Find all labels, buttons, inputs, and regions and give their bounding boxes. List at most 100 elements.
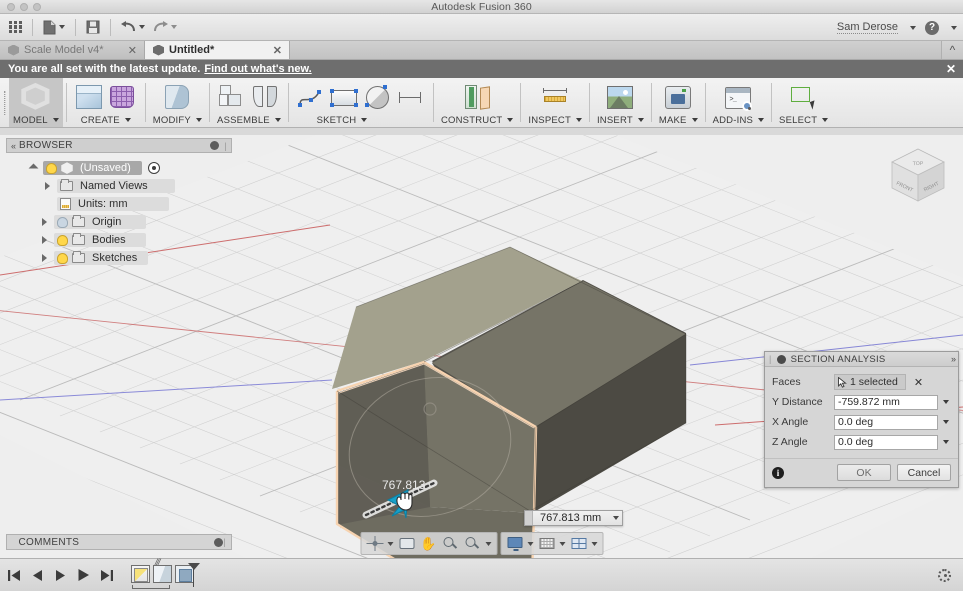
model-cube-icon[interactable] (20, 82, 51, 113)
comments-panel[interactable]: COMMENTS | (6, 534, 232, 550)
sketch-rectangle-icon[interactable] (329, 82, 360, 113)
tree-item-chip[interactable]: Origin (54, 215, 146, 229)
ribbon-group-make[interactable]: MAKE (655, 78, 702, 127)
visibility-bulb-icon[interactable] (57, 217, 68, 228)
assemble-component-icon[interactable] (217, 82, 248, 113)
construct-plane-icon[interactable] (462, 82, 493, 113)
viewports-caret-icon[interactable] (591, 542, 597, 546)
chevron-down-icon[interactable] (196, 118, 202, 122)
timeline-playhead-marker[interactable] (193, 563, 194, 587)
tree-row-origin[interactable]: Origin (6, 213, 232, 231)
chevron-down-icon[interactable] (361, 118, 367, 122)
chevron-down-icon[interactable] (758, 118, 764, 122)
z-angle-input[interactable]: 0.0 deg (834, 435, 938, 450)
tree-item-chip[interactable]: Sketches (54, 251, 148, 265)
select-window-icon[interactable] (788, 82, 819, 113)
timeline-feature-extrude[interactable] (153, 565, 172, 583)
ribbon-group-model[interactable]: MODEL (9, 78, 63, 127)
faces-clear-icon[interactable]: ✕ (914, 376, 923, 389)
pan-button[interactable]: ✋ (418, 535, 439, 552)
help-menu-caret-icon[interactable] (951, 26, 957, 30)
timeline-play-button[interactable] (77, 569, 90, 581)
browser-collapse-icon[interactable]: « (11, 141, 14, 151)
timeline-feature-sketch[interactable] (131, 565, 150, 583)
sketch-spline-icon[interactable] (296, 82, 327, 113)
faces-selection-button[interactable]: 1 selected (834, 374, 906, 390)
tree-item-chip[interactable]: Bodies (54, 233, 146, 247)
expander-icon[interactable] (40, 182, 54, 190)
tree-row-sketches[interactable]: Sketches (6, 249, 232, 267)
grid-caret-icon[interactable] (559, 542, 565, 546)
dialog-grip[interactable]: | (769, 354, 772, 364)
look-at-button[interactable] (396, 535, 417, 552)
timeline-step-back-button[interactable] (31, 570, 44, 581)
add-ins-script-icon[interactable]: >_ (723, 82, 754, 113)
sketch-dimension-icon[interactable] (395, 82, 426, 113)
create-mesh-icon[interactable] (107, 82, 138, 113)
timeline-step-forward-button[interactable] (54, 570, 67, 581)
ribbon-group-inspect[interactable]: INSPECT (524, 78, 586, 127)
sketch-circle-icon[interactable] (362, 82, 393, 113)
tab-close-icon[interactable]: ✕ (122, 44, 137, 57)
dimension-dropdown-icon[interactable] (608, 516, 620, 520)
section-analysis-dialog[interactable]: | SECTION ANALYSIS » Faces 1 s (764, 351, 959, 488)
z-angle-dropdown-icon[interactable] (938, 435, 951, 450)
tree-row-named-views[interactable]: Named Views (6, 177, 232, 195)
assemble-joint-icon[interactable] (250, 82, 281, 113)
ribbon-group-insert[interactable]: INSERT (593, 78, 648, 127)
chevron-down-icon[interactable] (638, 118, 644, 122)
ribbon-group-construct[interactable]: CONSTRUCT (437, 78, 517, 127)
zoom-window-button[interactable] (462, 535, 493, 552)
ribbon-group-modify[interactable]: MODIFY (149, 78, 206, 127)
new-file-button[interactable] (39, 16, 69, 38)
dialog-title-bar[interactable]: | SECTION ANALYSIS » (765, 352, 958, 367)
user-menu-caret-icon[interactable] (910, 26, 916, 30)
chevron-down-icon[interactable] (53, 118, 59, 122)
zoom-caret-icon[interactable] (485, 542, 491, 546)
chevron-down-icon[interactable] (822, 118, 828, 122)
create-box-icon[interactable] (74, 82, 105, 113)
info-icon[interactable]: i (772, 467, 784, 479)
browser-resize-grip[interactable]: | (224, 141, 227, 151)
tree-item-chip[interactable]: Named Views (57, 179, 175, 193)
ok-button[interactable]: OK (837, 464, 891, 481)
ribbon-grip[interactable] (0, 78, 9, 127)
whats-new-link[interactable]: Find out what's new. (204, 63, 311, 75)
display-settings-button[interactable] (504, 535, 535, 552)
redo-button[interactable] (149, 16, 181, 38)
chevron-down-icon[interactable] (507, 118, 513, 122)
y-distance-input[interactable]: -759.872 mm (834, 395, 938, 410)
inspect-measure-icon[interactable] (540, 82, 571, 113)
x-angle-input[interactable]: 0.0 deg (834, 415, 938, 430)
view-toggle-icon[interactable] (148, 162, 160, 174)
chevron-down-icon[interactable] (692, 118, 698, 122)
dimension-field-grip[interactable] (525, 511, 533, 525)
ribbon-group-sketch[interactable]: SKETCH (292, 78, 430, 127)
tree-row-units[interactable]: Units: mm (6, 195, 232, 213)
zoom-button[interactable] (440, 535, 461, 552)
y-distance-dropdown-icon[interactable] (938, 395, 951, 410)
ribbon-group-select[interactable]: SELECT (775, 78, 832, 127)
tree-row-bodies[interactable]: Bodies (6, 231, 232, 249)
x-angle-dropdown-icon[interactable] (938, 415, 951, 430)
user-name-menu[interactable]: Sam Derose (837, 21, 898, 34)
grid-snaps-button[interactable] (536, 535, 567, 552)
visibility-bulb-icon[interactable] (57, 235, 68, 246)
visibility-bulb-icon[interactable] (46, 163, 57, 174)
help-icon[interactable]: ? (925, 21, 939, 35)
tree-item-chip[interactable]: Units: mm (57, 197, 169, 211)
comments-resize-grip[interactable]: | (223, 537, 226, 547)
tab-scale-model[interactable]: Scale Model v4* ✕ (0, 41, 145, 59)
ribbon-group-create[interactable]: CREATE (70, 78, 142, 127)
ribbon-group-add-ins[interactable]: >_ ADD-INS (709, 78, 768, 127)
tab-untitled[interactable]: Untitled* ✕ (145, 41, 290, 59)
insert-image-icon[interactable] (605, 82, 636, 113)
chevron-down-icon[interactable] (275, 118, 281, 122)
visibility-bulb-icon[interactable] (57, 253, 68, 264)
dimension-input-field[interactable]: 767.813 mm (524, 510, 623, 526)
collapse-ribbon-button[interactable]: ^ (941, 41, 963, 59)
3d-viewport[interactable]: 767.813 « BROWSER | (0, 135, 963, 591)
comments-settings-icon[interactable] (214, 538, 223, 547)
modify-press-pull-icon[interactable] (162, 82, 193, 113)
ribbon-group-assemble[interactable]: ASSEMBLE (213, 78, 285, 127)
